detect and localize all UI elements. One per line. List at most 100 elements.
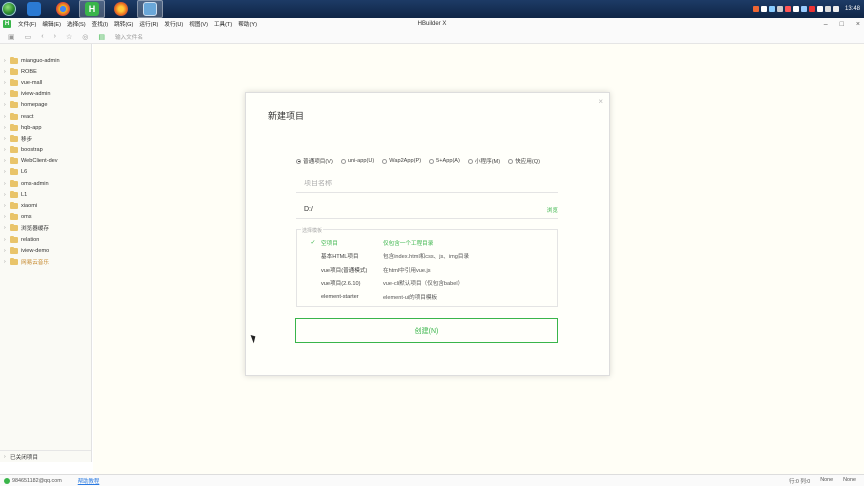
taskbar-app-firefox[interactable] — [108, 0, 134, 18]
menu-find[interactable]: 查找(I) — [89, 20, 111, 28]
project-name-input[interactable] — [304, 180, 504, 187]
menu-publish[interactable]: 发行(U) — [161, 20, 186, 28]
close-icon[interactable]: × — [856, 21, 860, 28]
menu-goto[interactable]: 跳转(G) — [111, 20, 136, 28]
check-icon: ✓ — [310, 240, 316, 246]
project-type-radios: 普通项目(V) uni-app(U) Wap2App(P) 5+App(A) 小程序(M… — [296, 157, 540, 165]
project-path-field[interactable]: 浏览 — [296, 201, 558, 219]
tray-icon[interactable] — [784, 6, 791, 12]
project-item[interactable]: › 移步 — [0, 133, 91, 144]
project-path-input[interactable] — [304, 206, 504, 213]
project-item[interactable]: › iview-admin — [0, 89, 91, 100]
tray-icon[interactable] — [792, 6, 799, 12]
project-type-radio[interactable]: uni-app(U) — [340, 157, 374, 165]
project-type-radio[interactable]: 快应用(Q) — [508, 157, 540, 165]
project-item[interactable]: › relation — [0, 234, 91, 245]
back-icon[interactable]: ‹ — [41, 33, 43, 40]
project-type-radio[interactable]: Wap2App(P) — [382, 157, 421, 165]
tray-icon[interactable] — [808, 6, 815, 12]
project-item[interactable]: › ROBE — [0, 66, 91, 77]
template-row[interactable]: ✓ 空项目 仅包含一个工程目录 — [297, 236, 557, 249]
project-item[interactable]: › mianguo-admin — [0, 55, 91, 66]
project-type-radio[interactable]: 普通项目(V) — [296, 157, 333, 165]
forward-icon[interactable]: › — [54, 33, 56, 40]
volume-icon[interactable] — [832, 6, 839, 12]
project-type-radio[interactable]: 5+App(A) — [429, 157, 460, 165]
syntax-mode[interactable]: None — [843, 477, 856, 485]
cursor-position[interactable]: 行:0 列:0 — [789, 477, 810, 485]
taskbar-app-vscode[interactable] — [21, 0, 47, 18]
folder-icon — [10, 157, 18, 165]
help-link[interactable]: 帮助教程 — [78, 477, 100, 485]
tray-icon[interactable] — [752, 6, 759, 12]
tray-icon[interactable] — [776, 6, 783, 12]
address-input[interactable]: 输入文件名 — [115, 33, 143, 41]
folder-icon — [10, 67, 18, 75]
template-desc: element-ui的项目模板 — [383, 294, 438, 301]
project-item[interactable]: › homepage — [0, 100, 91, 111]
tray-icon[interactable] — [760, 6, 767, 12]
minimize-icon[interactable]: – — [824, 21, 828, 28]
radio-icon[interactable] — [508, 158, 514, 164]
radio-icon[interactable] — [429, 158, 435, 164]
encoding[interactable]: None — [820, 477, 833, 485]
tray-icon[interactable] — [768, 6, 775, 12]
project-name-field[interactable] — [296, 175, 558, 193]
maximize-icon[interactable]: □ — [840, 21, 844, 28]
tray-icon[interactable] — [824, 6, 831, 12]
radio-icon[interactable] — [467, 158, 473, 164]
menu-edit[interactable]: 编辑(E) — [39, 20, 64, 28]
radio-icon[interactable] — [382, 158, 388, 164]
new-project-dialog: 新建项目 × 普通项目(V) uni-app(U) Wap2App(P) 5+App(… — [245, 92, 610, 376]
project-item[interactable]: › xiaomi — [0, 200, 91, 211]
template-name: element-starter — [321, 293, 359, 300]
template-desc: 在html中引用vue.js — [383, 267, 431, 274]
taskbar-app-chrome[interactable] — [50, 0, 76, 18]
menu-view[interactable]: 视图(V) — [186, 20, 211, 28]
project-item[interactable]: › WebClient-dev — [0, 156, 91, 167]
radio-icon[interactable] — [296, 158, 301, 164]
tray-icon[interactable] — [800, 6, 807, 12]
project-item[interactable]: › 浏览器缓存 — [0, 223, 91, 234]
save-icon[interactable]: ▭ — [25, 33, 32, 41]
project-type-radio[interactable]: 小程序(M) — [467, 157, 500, 165]
project-item[interactable]: › oms-admin — [0, 178, 91, 189]
browser-preview-icon[interactable]: ▤ — [98, 33, 105, 41]
project-item-label: 浏览器缓存 — [21, 226, 49, 233]
project-item[interactable]: › L6 — [0, 167, 91, 178]
project-item[interactable]: › vue-mall — [0, 77, 91, 88]
template-row[interactable]: element-starter element-ui的项目模板 — [297, 290, 557, 303]
run-icon[interactable]: ◎ — [82, 33, 88, 41]
new-file-icon[interactable]: ▣ — [8, 33, 15, 41]
create-button[interactable]: 创建(N) — [295, 318, 558, 343]
radio-icon[interactable] — [340, 158, 346, 164]
taskbar-app-monitor[interactable] — [137, 0, 163, 18]
menu-file[interactable]: 文件(F) — [15, 20, 39, 28]
menu-select[interactable]: 选择(S) — [64, 20, 89, 28]
project-item[interactable]: › oms — [0, 212, 91, 223]
menu-run[interactable]: 运行(R) — [136, 20, 161, 28]
star-icon[interactable]: ☆ — [66, 33, 72, 41]
firefox-icon — [114, 2, 128, 16]
clock[interactable]: 13:48 — [845, 6, 860, 13]
start-button[interactable] — [0, 0, 18, 18]
closed-projects[interactable]: › 已关闭项目 — [0, 450, 91, 462]
project-item[interactable]: › boostrap — [0, 145, 91, 156]
project-item[interactable]: › react — [0, 111, 91, 122]
project-item[interactable]: › 网易云音乐 — [0, 256, 91, 267]
project-item[interactable]: › L1 — [0, 189, 91, 200]
taskbar-app-hbuilder[interactable]: H — [79, 0, 105, 18]
project-item[interactable]: › iview-demo — [0, 245, 91, 256]
template-row[interactable]: vue项目(普通模式) 在html中引用vue.js — [297, 263, 557, 276]
menu-help[interactable]: 帮助(Y) — [235, 20, 260, 28]
folder-icon — [10, 190, 18, 198]
template-row[interactable]: 基本HTML项目 包含index.html和css、js、img目录 — [297, 250, 557, 263]
menu-tools[interactable]: 工具(T) — [211, 20, 235, 28]
template-row[interactable]: vue项目(2.6.10) vue-cli默认项目（仅包含babel） — [297, 277, 557, 290]
project-item-label: L6 — [21, 169, 28, 176]
dialog-close-icon[interactable]: × — [598, 97, 603, 106]
user-account[interactable]: 984651182@qq.com — [4, 477, 62, 484]
tray-icon[interactable] — [816, 6, 823, 12]
project-item[interactable]: › hqb-app — [0, 122, 91, 133]
browse-button[interactable]: 浏览 — [547, 206, 558, 214]
